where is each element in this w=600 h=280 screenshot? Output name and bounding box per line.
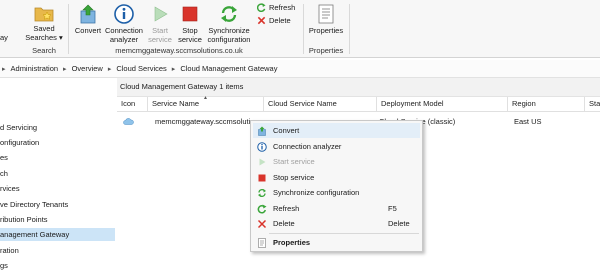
- breadcrumb-item[interactable]: Cloud Management Gateway: [180, 64, 277, 73]
- menu-item-label: Delete: [273, 219, 295, 228]
- menu-item-label: Refresh: [273, 204, 300, 213]
- connection-analyzer-button[interactable]: Connection analyzer: [104, 4, 144, 44]
- breadcrumb-item[interactable]: Cloud Services: [116, 64, 166, 73]
- connection-analyzer-label: Connection analyzer: [105, 26, 143, 44]
- start-service-button[interactable]: Start service: [146, 4, 174, 44]
- menu-item-delete[interactable]: Delete Delete: [253, 216, 420, 231]
- menu-item-label: Start service: [273, 157, 315, 166]
- nav-item[interactable]: gs: [0, 259, 115, 272]
- breadcrumb-item[interactable]: Administration: [11, 64, 59, 73]
- sync-configuration-label: Synchronize configuration: [207, 26, 251, 44]
- nav-item-selected[interactable]: anagement Gateway: [0, 228, 115, 241]
- play-icon: [154, 6, 168, 22]
- chevron-right-icon: ▸: [107, 65, 112, 73]
- menu-item-connection-analyzer[interactable]: Connection analyzer: [253, 139, 420, 154]
- menu-item-label: Convert: [273, 126, 300, 135]
- sync-configuration-button[interactable]: Synchronize configuration: [206, 4, 252, 44]
- properties-icon: [258, 238, 266, 248]
- start-service-label: Start service: [148, 26, 172, 44]
- nav-item[interactable]: ribution Points: [0, 213, 115, 226]
- info-icon: [257, 142, 267, 152]
- properties-label: Properties: [308, 26, 344, 35]
- list-title: Cloud Management Gateway 1 items: [117, 78, 600, 97]
- stop-service-button[interactable]: Stop service: [176, 4, 204, 44]
- column-header-deployment-model[interactable]: Deployment Model: [377, 97, 508, 111]
- properties-icon: [318, 4, 334, 24]
- saved-searches-label: Saved Searches ▾: [25, 24, 63, 42]
- refresh-icon: [257, 3, 266, 12]
- properties-button[interactable]: Properties: [306, 4, 346, 35]
- nav-item[interactable]: es: [0, 151, 115, 164]
- context-menu: Convert Connection analyzer Start servic…: [250, 120, 423, 252]
- column-header-cloud-service-name[interactable]: Cloud Service Name: [264, 97, 377, 111]
- nav-item[interactable]: ration: [0, 244, 115, 257]
- delete-button[interactable]: Delete: [257, 16, 291, 25]
- nav-item[interactable]: rvices: [0, 182, 115, 195]
- cloud-icon: [123, 118, 134, 125]
- list-title-text: Cloud Management Gateway 1 items: [120, 82, 244, 91]
- nav-item[interactable]: d Servicing: [0, 121, 115, 134]
- ribbon-partial-left: ay: [0, 33, 8, 42]
- menu-item-label: Stop service: [273, 173, 315, 182]
- nav-item[interactable]: ch: [0, 167, 115, 180]
- column-header-service-name[interactable]: Service Name: [148, 97, 264, 111]
- convert-icon: [258, 126, 266, 136]
- column-header-icon[interactable]: Icon: [117, 97, 148, 111]
- info-icon: [114, 4, 134, 24]
- saved-searches-button[interactable]: Saved Searches ▾: [22, 4, 66, 42]
- menu-item-label: Properties: [273, 238, 311, 247]
- column-header-region[interactable]: Region: [508, 97, 585, 111]
- refresh-icon: [257, 204, 267, 214]
- column-header-status[interactable]: Sta: [585, 97, 600, 111]
- chevron-right-icon: ▸: [2, 65, 6, 73]
- menu-item-stop-service[interactable]: Stop service: [253, 170, 420, 185]
- nav-item[interactable]: ve Directory Tenants: [0, 198, 115, 211]
- delete-icon: [257, 219, 267, 229]
- ribbon-separator: [303, 4, 304, 54]
- menu-item-label: Connection analyzer: [273, 142, 342, 151]
- cell-region: East US: [514, 117, 542, 126]
- convert-button[interactable]: Convert: [72, 4, 104, 35]
- folder-star-icon: [34, 7, 54, 22]
- play-icon: [259, 158, 266, 166]
- convert-label: Convert: [74, 26, 102, 35]
- ribbon-separator: [349, 4, 350, 54]
- delete-label: Delete: [269, 16, 291, 25]
- convert-icon: [80, 4, 96, 24]
- sync-icon: [221, 6, 237, 22]
- navigation-tree: d Servicing onfiguration es ch rvices ve…: [0, 78, 118, 280]
- search-group-label: Search: [32, 46, 56, 55]
- menu-item-label: Synchronize configuration: [273, 188, 360, 197]
- ribbon-separator: [68, 4, 69, 54]
- menu-item-convert[interactable]: Convert: [253, 123, 420, 138]
- menu-item-shortcut: F5: [388, 204, 397, 213]
- sync-icon: [258, 189, 266, 197]
- cell-service-name: memcmggateway.sccmsoluti: [155, 117, 251, 126]
- refresh-label: Refresh: [269, 3, 296, 12]
- breadcrumb: ▸ Administration ▸ Overview ▸ Cloud Serv…: [0, 60, 600, 78]
- breadcrumb-item[interactable]: Overview: [72, 64, 103, 73]
- properties-group-label: Properties: [308, 46, 344, 55]
- menu-item-sync-configuration[interactable]: Synchronize configuration: [253, 185, 420, 200]
- stop-icon: [258, 174, 266, 182]
- chevron-right-icon: ▸: [171, 65, 176, 73]
- menu-item-shortcut: Delete: [388, 219, 410, 228]
- refresh-button[interactable]: Refresh: [257, 3, 295, 12]
- gateway-group-label: memcmggateway.sccmsolutions.co.uk: [115, 46, 243, 55]
- stop-icon: [182, 6, 198, 22]
- stop-service-label: Stop service: [178, 26, 202, 44]
- delete-icon: [257, 16, 266, 25]
- menu-separator: [269, 233, 419, 234]
- ribbon: ay Saved Searches ▾ Search Convert Conne…: [0, 0, 600, 58]
- menu-item-refresh[interactable]: Refresh F5: [253, 201, 420, 216]
- menu-item-start-service[interactable]: Start service: [253, 154, 420, 169]
- menu-item-properties[interactable]: Properties: [253, 235, 420, 250]
- chevron-right-icon: ▸: [63, 65, 67, 73]
- nav-item[interactable]: onfiguration: [0, 136, 115, 149]
